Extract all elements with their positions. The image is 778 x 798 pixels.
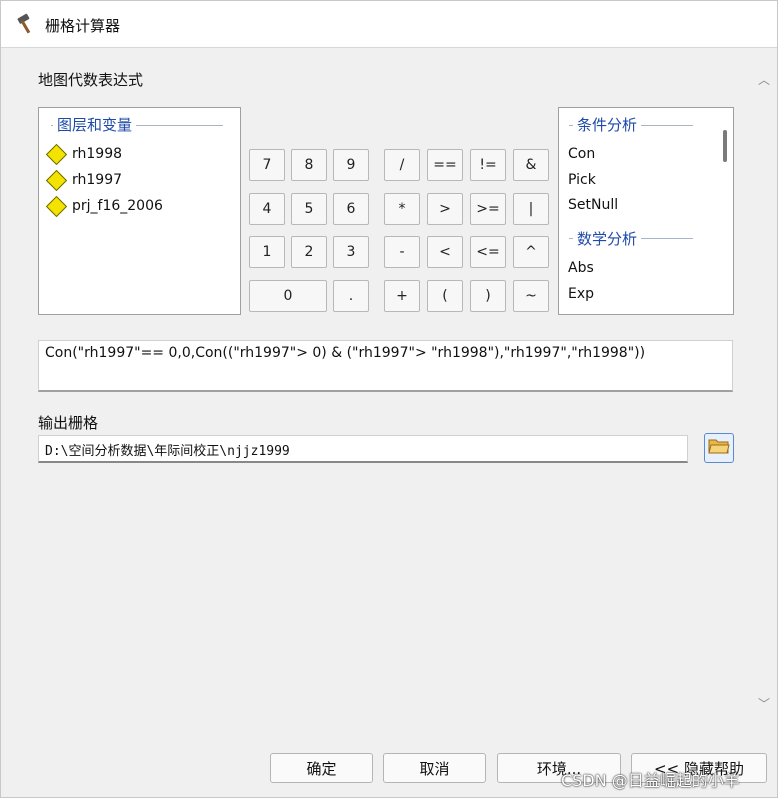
function-con[interactable]: Con: [568, 146, 595, 162]
key-2[interactable]: 2: [291, 236, 327, 268]
ok-button[interactable]: 确定: [270, 753, 373, 783]
layer-name: rh1998: [72, 146, 123, 162]
key-6[interactable]: 6: [333, 193, 369, 225]
function-exp[interactable]: Exp: [568, 286, 594, 302]
key-1[interactable]: 1: [249, 236, 285, 268]
key-8[interactable]: 8: [291, 149, 327, 181]
key-multiply[interactable]: *: [384, 193, 420, 225]
conditional-group-title: 条件分析: [573, 114, 642, 135]
key-divide[interactable]: /: [384, 149, 420, 181]
cancel-button[interactable]: 取消: [383, 753, 486, 783]
layers-panel[interactable]: 图层和变量 rh1998 rh1997 prj_f16_2006: [38, 107, 241, 315]
hammer-icon: [15, 11, 39, 35]
key-4[interactable]: 4: [249, 193, 285, 225]
window-title: 栅格计算器: [45, 17, 121, 35]
functions-scrollbar-thumb[interactable]: [723, 130, 727, 162]
dialog-scrollbar[interactable]: ︿ ﹀: [753, 63, 775, 723]
key-plus[interactable]: +: [384, 280, 420, 312]
title-bar: 栅格计算器: [1, 1, 777, 48]
raster-layer-icon: [45, 143, 68, 165]
key-0[interactable]: 0: [249, 280, 327, 312]
key-5[interactable]: 5: [291, 193, 327, 225]
scroll-up-icon[interactable]: ︿: [757, 73, 771, 87]
key-greater-equal[interactable]: >=: [470, 193, 506, 225]
key-3[interactable]: 3: [333, 236, 369, 268]
key-decimal[interactable]: .: [333, 280, 369, 312]
key-less-equal[interactable]: <=: [470, 236, 506, 268]
key-not[interactable]: ~: [513, 280, 549, 312]
key-equal[interactable]: ==: [427, 149, 463, 181]
key-and[interactable]: &: [513, 149, 549, 181]
key-9[interactable]: 9: [333, 149, 369, 181]
raster-calculator-window: 栅格计算器 ︿ ﹀ 地图代数表达式 图层和变量 rh1998 rh1997 pr…: [0, 0, 778, 798]
layer-name: prj_f16_2006: [72, 198, 163, 214]
expression-textbox[interactable]: Con("rh1997"== 0,0,Con(("rh1997"> 0) & (…: [38, 340, 733, 392]
layer-item-rh1998[interactable]: rh1998: [45, 143, 123, 165]
layers-group-title: 图层和变量: [53, 114, 137, 135]
folder-open-icon: [708, 437, 730, 459]
layer-name: rh1997: [72, 172, 123, 188]
browse-button[interactable]: [704, 433, 734, 463]
key-open-paren[interactable]: (: [427, 280, 463, 312]
key-not-equal[interactable]: !=: [470, 149, 506, 181]
layer-item-prj-f16-2006[interactable]: prj_f16_2006: [45, 195, 163, 217]
key-7[interactable]: 7: [249, 149, 285, 181]
function-pick[interactable]: Pick: [568, 172, 596, 188]
key-or[interactable]: |: [513, 193, 549, 225]
scroll-down-icon[interactable]: ﹀: [757, 697, 771, 711]
function-setnull[interactable]: SetNull: [568, 197, 618, 213]
watermark: CSDN @日益崛起的小羊: [561, 771, 740, 790]
key-less[interactable]: <: [427, 236, 463, 268]
output-raster-input[interactable]: D:\空间分析数据\年际间校正\njjz1999: [38, 435, 688, 463]
math-group-title: 数学分析: [573, 228, 642, 249]
key-minus[interactable]: -: [384, 236, 420, 268]
key-xor[interactable]: ^: [513, 236, 549, 268]
function-abs[interactable]: Abs: [568, 260, 594, 276]
raster-layer-icon: [45, 169, 68, 191]
output-raster-label: 输出栅格: [38, 414, 99, 432]
expression-label: 地图代数表达式: [38, 71, 144, 89]
key-close-paren[interactable]: ): [470, 280, 506, 312]
functions-panel[interactable]: 条件分析 Con Pick SetNull 数学分析 Abs Exp: [558, 107, 734, 315]
layer-item-rh1997[interactable]: rh1997: [45, 169, 123, 191]
raster-layer-icon: [45, 195, 68, 217]
key-greater[interactable]: >: [427, 193, 463, 225]
